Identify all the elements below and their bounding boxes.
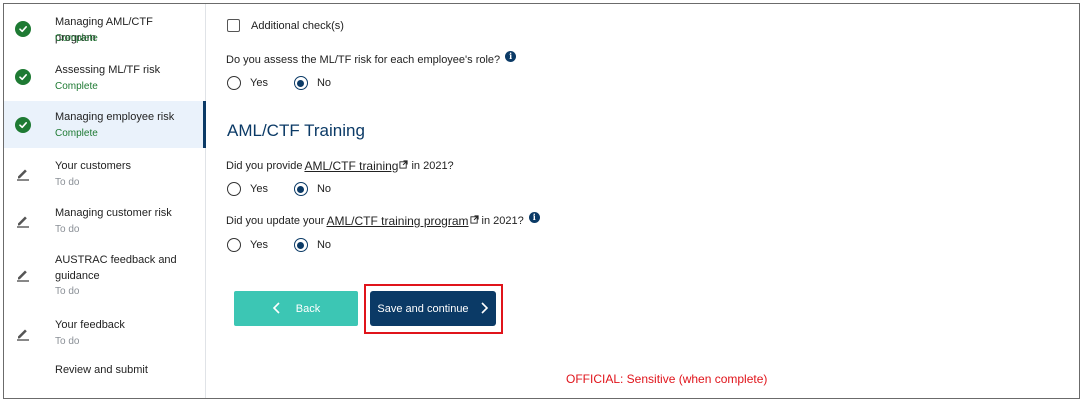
radio-group-training: Yes No	[227, 182, 331, 196]
sidebar-item-managing-employee-risk[interactable]: Managing employee risk Complete	[4, 101, 206, 148]
sidebar-item-status: Complete	[55, 81, 98, 92]
aml-ctf-training-program-link[interactable]: AML/CTF training program	[326, 214, 468, 228]
sidebar-item-austrac-feedback-and-guidance[interactable]: AUSTRAC feedback and guidance To do	[4, 242, 206, 304]
save-and-continue-button[interactable]: Save and continue	[370, 291, 496, 326]
radio-no[interactable]	[293, 238, 308, 252]
sidebar-item-status: To do	[55, 336, 80, 347]
sidebar-item-label: Review and submit	[55, 364, 148, 376]
check-circle-icon	[15, 21, 31, 37]
sidebar-item-status: To do	[55, 224, 80, 235]
app-frame: Managing AML/CTF program Complete Assess…	[3, 3, 1080, 399]
check-circle-icon	[15, 69, 31, 85]
radio-yes[interactable]	[227, 76, 241, 90]
sidebar-nav: Managing AML/CTF program Complete Assess…	[4, 4, 206, 398]
main-content: Additional check(s) Do you assess the ML…	[222, 4, 1079, 398]
sidebar-item-label: Your customers	[55, 160, 132, 172]
section-heading: AML/CTF Training	[227, 121, 365, 140]
question-training-prefix: Did you provide	[226, 160, 303, 172]
info-icon[interactable]: i	[528, 211, 540, 223]
info-icon[interactable]: i	[505, 50, 517, 62]
sidebar-item-label: Assessing ML/TF risk	[55, 64, 161, 76]
question-role-risk: Do you assess the ML/TF risk for each em…	[226, 50, 517, 66]
additional-checks-checkbox[interactable]: Additional check(s)	[227, 19, 344, 32]
additional-checks-label: Additional check(s)	[251, 19, 344, 32]
back-button[interactable]: Back	[234, 291, 358, 326]
external-link-icon	[469, 215, 479, 227]
chevron-right-icon	[479, 301, 489, 317]
sidebar-item-managing-customer-risk[interactable]: Managing customer risk To do	[4, 195, 206, 242]
save-button-label: Save and continue	[377, 302, 469, 315]
sidebar-item-status: Complete	[55, 128, 98, 139]
classification-label: OFFICIAL: Sensitive (when complete)	[566, 372, 768, 386]
chevron-left-icon	[272, 301, 282, 317]
radio-no-label: No	[316, 77, 332, 89]
question-training-suffix: in 2021?	[411, 160, 454, 172]
question-program-suffix: in 2021?	[481, 215, 524, 227]
radio-yes-label: Yes	[250, 239, 268, 251]
sidebar-item-label: Your feedback	[55, 319, 125, 331]
sidebar-item-managing-aml-ctf-program[interactable]: Managing AML/CTF program Complete	[4, 4, 206, 51]
sidebar-item-label: Managing employee risk	[55, 111, 175, 123]
check-circle-icon	[15, 117, 31, 133]
radio-no[interactable]	[293, 182, 308, 196]
pencil-icon	[15, 165, 31, 181]
aml-ctf-training-link[interactable]: AML/CTF training	[304, 159, 398, 173]
sidebar-item-your-customers[interactable]: Your customers To do	[4, 148, 206, 195]
radio-no[interactable]	[293, 76, 308, 90]
radio-yes[interactable]	[227, 182, 241, 196]
radio-group-training-program: Yes No	[227, 238, 331, 252]
radio-yes[interactable]	[227, 238, 241, 252]
sidebar-item-assessing-ml-tf-risk[interactable]: Assessing ML/TF risk Complete	[4, 51, 206, 98]
question-program-prefix: Did you update your	[226, 215, 325, 227]
question-training-program: Did you update your AML/CTF training pro…	[226, 211, 540, 228]
radio-no-label: No	[316, 239, 332, 251]
radio-group-role-risk: Yes No	[227, 76, 331, 90]
question-role-risk-text: Do you assess the ML/TF risk for each em…	[226, 54, 501, 66]
checkbox-box[interactable]	[227, 19, 240, 32]
radio-yes-label: Yes	[250, 183, 268, 195]
pencil-icon	[15, 212, 31, 228]
sidebar-item-your-feedback[interactable]: Your feedback To do	[4, 307, 206, 354]
sidebar-item-review-and-submit[interactable]: Review and submit	[4, 354, 206, 398]
radio-yes-label: Yes	[250, 77, 268, 89]
back-button-label: Back	[295, 302, 321, 315]
sidebar-item-label: Managing customer risk	[55, 207, 172, 219]
pencil-icon	[15, 325, 31, 341]
sidebar-item-status: To do	[55, 286, 80, 297]
pencil-icon	[15, 266, 31, 282]
sidebar-item-status: To do	[55, 177, 80, 188]
radio-no-label: No	[316, 183, 332, 195]
question-training: Did you provide AML/CTF training in 2021…	[226, 159, 454, 173]
external-link-icon	[399, 160, 409, 172]
sidebar-item-status: Complete	[55, 33, 98, 44]
sidebar-item-label: AUSTRAC feedback and guidance	[55, 254, 177, 282]
